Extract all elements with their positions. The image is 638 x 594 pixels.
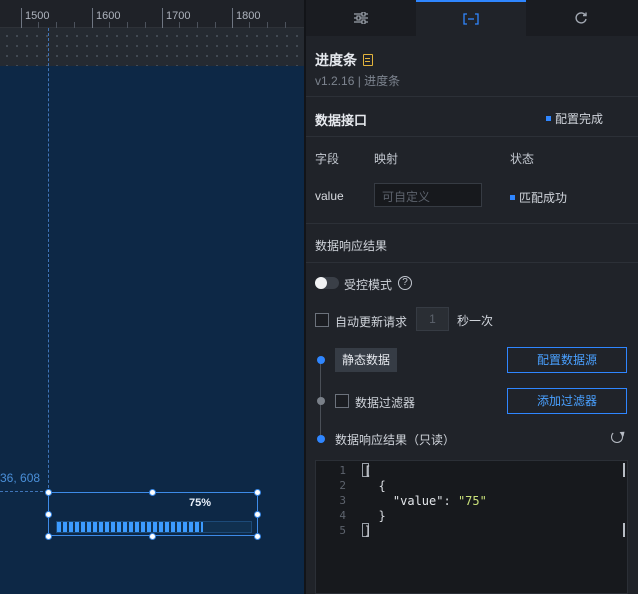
field-name-value: value bbox=[315, 189, 344, 203]
line-number-gutter: 1 2 3 4 5 bbox=[316, 461, 356, 593]
horizontal-ruler: 1500 1600 1700 1800 bbox=[0, 0, 304, 28]
configure-data-source-button[interactable]: 配置数据源 bbox=[507, 347, 627, 373]
design-canvas[interactable]: 1500 1600 1700 1800 36, 608 75% bbox=[0, 0, 304, 594]
resize-handle[interactable] bbox=[45, 511, 52, 518]
line-number: 4 bbox=[339, 509, 346, 522]
status-dot-icon bbox=[546, 116, 551, 121]
column-header-mapping: 映射 bbox=[374, 152, 399, 166]
progress-track bbox=[56, 521, 252, 533]
section-divider bbox=[306, 262, 638, 263]
resize-handle[interactable] bbox=[254, 511, 261, 518]
ruler-label: 1700 bbox=[166, 10, 191, 22]
resize-handle[interactable] bbox=[149, 489, 156, 496]
resize-handle[interactable] bbox=[45, 489, 52, 496]
ruler-label: 1800 bbox=[236, 10, 261, 22]
ruler-label: 1600 bbox=[96, 10, 121, 22]
resize-handle[interactable] bbox=[45, 533, 52, 540]
scrollbar-marker bbox=[623, 523, 625, 537]
data-filter-label: 数据过滤器 bbox=[355, 396, 416, 410]
code-line: [ bbox=[364, 464, 372, 478]
document-icon[interactable] bbox=[363, 54, 373, 66]
canvas-grid-area bbox=[0, 28, 304, 66]
line-number: 2 bbox=[339, 479, 346, 492]
auto-update-label: 自动更新请求 bbox=[335, 315, 408, 329]
alignment-guide-horizontal bbox=[0, 491, 48, 492]
tab-style[interactable] bbox=[306, 0, 416, 36]
json-value: "75" bbox=[457, 494, 487, 508]
tab-interaction[interactable] bbox=[526, 0, 636, 36]
mapping-input[interactable]: 可自定义 bbox=[374, 183, 482, 207]
progress-fill bbox=[57, 522, 203, 532]
refresh-interaction-icon bbox=[575, 12, 587, 24]
response-heading: 数据响应结果 bbox=[315, 239, 388, 253]
column-header-field: 字段 bbox=[315, 152, 340, 166]
step-dot-active bbox=[317, 356, 325, 364]
section-divider bbox=[306, 223, 638, 224]
static-data-tag: 静态数据 bbox=[335, 348, 398, 372]
position-readout: 36, 608 bbox=[0, 471, 41, 485]
resize-handle[interactable] bbox=[254, 489, 261, 496]
section-divider bbox=[306, 136, 638, 137]
controlled-mode-label: 受控模式 bbox=[344, 278, 393, 292]
panel-tabs bbox=[306, 0, 638, 36]
status-dot-icon bbox=[510, 195, 515, 200]
match-status: 匹配成功 bbox=[510, 189, 567, 206]
data-filter-checkbox[interactable] bbox=[335, 394, 349, 408]
config-status: 配置完成 bbox=[546, 110, 603, 127]
refresh-icon[interactable] bbox=[611, 431, 623, 443]
code-line: } bbox=[364, 509, 386, 523]
component-title: 进度条 bbox=[315, 50, 373, 70]
resize-handle[interactable] bbox=[149, 533, 156, 540]
sliders-icon bbox=[354, 12, 368, 24]
interval-input[interactable]: 1 bbox=[416, 307, 449, 331]
add-filter-button[interactable]: 添加过滤器 bbox=[507, 388, 627, 414]
ruler-label: 1500 bbox=[25, 10, 50, 22]
line-number: 3 bbox=[339, 494, 346, 507]
section-divider bbox=[306, 96, 638, 97]
help-icon[interactable]: ? bbox=[398, 276, 412, 290]
tab-data[interactable] bbox=[416, 0, 526, 36]
code-line-value: "value": "75" bbox=[392, 494, 487, 508]
alignment-guide-vertical bbox=[48, 28, 49, 498]
config-panel: 进度条 v1.2.16 | 进度条 数据接口 配置完成 字段 映射 状态 val… bbox=[306, 0, 638, 594]
data-bracket-icon bbox=[463, 13, 479, 25]
component-version: v1.2.16 | 进度条 bbox=[315, 74, 401, 88]
line-number: 1 bbox=[339, 464, 346, 477]
line-number: 5 bbox=[339, 524, 346, 537]
scrollbar-marker bbox=[623, 463, 625, 477]
step-dot-inactive bbox=[317, 397, 325, 405]
json-key: "value" bbox=[392, 494, 444, 508]
progress-percent-label: 75% bbox=[189, 497, 212, 509]
data-interface-heading: 数据接口 bbox=[315, 113, 368, 128]
controlled-mode-toggle[interactable] bbox=[315, 277, 339, 289]
json-code-editor[interactable]: 1 2 3 4 5 [ { "value": "75" } ] bbox=[315, 460, 628, 594]
column-header-state: 状态 bbox=[510, 152, 535, 166]
interval-unit-label: 秒一次 bbox=[457, 314, 494, 328]
auto-update-checkbox[interactable] bbox=[315, 313, 329, 327]
code-line: ] bbox=[364, 524, 372, 538]
resize-handle[interactable] bbox=[254, 533, 261, 540]
step-dot-active bbox=[317, 435, 325, 443]
response-readonly-label: 数据响应结果（只读） bbox=[335, 433, 456, 447]
code-line: { bbox=[364, 479, 386, 493]
